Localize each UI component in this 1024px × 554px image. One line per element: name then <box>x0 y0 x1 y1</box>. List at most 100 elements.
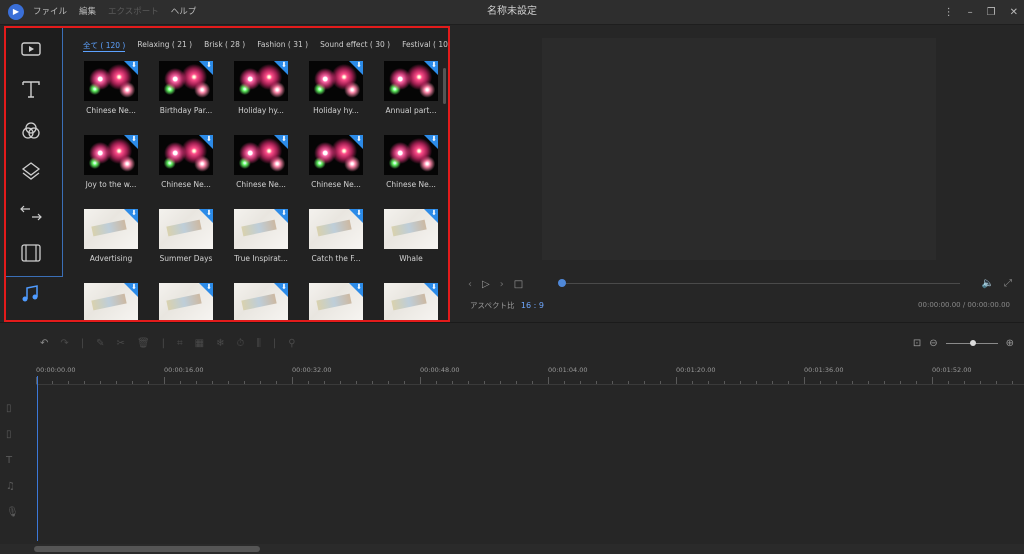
download-icon[interactable]: ⬇ <box>131 61 137 69</box>
download-icon[interactable]: ⬇ <box>431 61 437 69</box>
music-tab-icon[interactable] <box>20 284 42 306</box>
download-icon[interactable]: ⬇ <box>356 135 362 143</box>
music-thumbnail[interactable]: ⬇ <box>84 209 138 249</box>
music-thumbnail[interactable]: ⬇ <box>159 283 213 320</box>
timeline-ruler[interactable]: 00:00:00.00 00:00:16.00 00:00:32.00 00:00:4… <box>36 364 1024 385</box>
download-icon[interactable]: ⬇ <box>206 135 212 143</box>
music-item[interactable]: ⬇ Holiday hy... <box>234 61 288 131</box>
music-thumbnail[interactable]: ⬇ <box>384 135 438 175</box>
stop-icon[interactable]: □ <box>514 279 523 290</box>
music-thumbnail[interactable]: ⬇ <box>384 209 438 249</box>
voice-icon[interactable]: ⚲ <box>288 338 295 349</box>
music-item[interactable]: ⬇ Chinese Ne... <box>159 135 213 205</box>
category-brisk[interactable]: Brisk ( 28 ) <box>204 40 245 52</box>
music-thumbnail[interactable]: ⬇ <box>234 61 288 101</box>
download-icon[interactable]: ⬇ <box>281 283 287 291</box>
music-item[interactable]: ⬇ Chinese Ne... <box>234 135 288 205</box>
aspect-value[interactable]: 16 : 9 <box>521 301 544 310</box>
download-icon[interactable]: ⬇ <box>281 209 287 217</box>
download-icon[interactable]: ⬇ <box>206 209 212 217</box>
music-item[interactable]: ⬇ True Inspirat... <box>234 209 288 279</box>
music-thumbnail[interactable]: ⬇ <box>309 135 363 175</box>
playback-progress[interactable] <box>562 283 960 284</box>
playhead[interactable] <box>37 376 38 541</box>
download-icon[interactable]: ⬇ <box>281 61 287 69</box>
more-icon[interactable]: ⋮ <box>944 7 954 18</box>
category-festival[interactable]: Festival ( 10 ) <box>402 40 448 52</box>
music-item[interactable]: ⬇ <box>234 283 288 320</box>
music-thumbnail[interactable]: ⬇ <box>384 61 438 101</box>
music-thumbnail[interactable]: ⬇ <box>234 135 288 175</box>
music-thumbnail[interactable]: ⬇ <box>84 61 138 101</box>
music-thumbnail[interactable]: ⬇ <box>84 135 138 175</box>
download-icon[interactable]: ⬇ <box>356 283 362 291</box>
music-thumbnail[interactable]: ⬇ <box>309 61 363 101</box>
text-tab-icon[interactable] <box>20 78 42 100</box>
media-tab-icon[interactable] <box>20 38 42 60</box>
music-item[interactable]: ⬇ Annual part... <box>384 61 438 131</box>
music-item[interactable]: ⬇ Advertising <box>84 209 138 279</box>
download-icon[interactable]: ⬇ <box>281 135 287 143</box>
music-item[interactable]: ⬇ Chinese Ne... <box>309 135 363 205</box>
download-icon[interactable]: ⬇ <box>131 209 137 217</box>
fullscreen-icon[interactable]: ⤢ <box>1004 278 1012 289</box>
music-thumbnail[interactable]: ⬇ <box>309 209 363 249</box>
download-icon[interactable]: ⬇ <box>431 283 437 291</box>
music-item[interactable]: ⬇ Chinese Ne... <box>384 135 438 205</box>
music-item[interactable]: ⬇ Summer Days <box>159 209 213 279</box>
music-item[interactable]: ⬇ Whale <box>384 209 438 279</box>
prev-frame-icon[interactable]: ‹ <box>468 279 472 290</box>
freeze-icon[interactable]: ❄ <box>216 338 224 349</box>
elements-tab-icon[interactable] <box>20 242 42 264</box>
music-thumbnail[interactable]: ⬇ <box>159 61 213 101</box>
aspect-ratio[interactable]: アスペクト比 16 : 9 <box>470 300 544 311</box>
category-fashion[interactable]: Fashion ( 31 ) <box>257 40 308 52</box>
library-scrollbar[interactable] <box>443 68 446 104</box>
speed-icon[interactable]: ⏱ <box>237 338 245 349</box>
music-item[interactable]: ⬇ <box>159 283 213 320</box>
music-thumbnail[interactable]: ⬇ <box>234 209 288 249</box>
music-item[interactable]: ⬇ <box>84 283 138 320</box>
download-icon[interactable]: ⬇ <box>356 61 362 69</box>
zoom-knob[interactable] <box>969 339 976 346</box>
download-icon[interactable]: ⬇ <box>431 209 437 217</box>
music-thumbnail[interactable]: ⬇ <box>159 135 213 175</box>
mosaic-icon[interactable]: ▦ <box>195 338 204 349</box>
zoom-slider[interactable] <box>945 339 998 346</box>
music-thumbnail[interactable]: ⬇ <box>384 283 438 320</box>
music-thumbnail[interactable]: ⬇ <box>84 283 138 320</box>
fit-icon[interactable]: ⊡ <box>913 338 921 349</box>
category-sound-effect[interactable]: Sound effect ( 30 ) <box>320 40 390 52</box>
music-thumbnail[interactable]: ⬇ <box>234 283 288 320</box>
category-all[interactable]: 全て ( 120 ) <box>83 40 126 52</box>
timeline-scrollbar[interactable] <box>34 546 260 552</box>
music-item[interactable]: ⬇ Catch the F... <box>309 209 363 279</box>
undo-icon[interactable]: ↶ <box>40 338 48 349</box>
download-icon[interactable]: ⬇ <box>131 135 137 143</box>
volume-icon[interactable]: 🔈 <box>982 278 994 289</box>
next-frame-icon[interactable]: › <box>500 279 504 290</box>
category-relaxing[interactable]: Relaxing ( 21 ) <box>137 40 192 52</box>
music-thumbnail[interactable]: ⬇ <box>159 209 213 249</box>
filter-tab-icon[interactable] <box>20 120 42 142</box>
minimize-icon[interactable]: – <box>968 7 973 18</box>
close-icon[interactable]: ✕ <box>1010 7 1018 18</box>
restore-icon[interactable]: ❐ <box>987 7 996 18</box>
progress-knob[interactable] <box>558 279 566 287</box>
transition-tab-icon[interactable] <box>20 202 42 224</box>
delete-icon[interactable]: 🗑 <box>137 338 150 349</box>
zoom-in-icon[interactable]: ⊕ <box>1006 338 1014 349</box>
music-item[interactable]: ⬇ Joy to the w... <box>84 135 138 205</box>
download-icon[interactable]: ⬇ <box>206 283 212 291</box>
music-item[interactable]: ⬇ Holiday hy... <box>309 61 363 131</box>
overlay-tab-icon[interactable] <box>20 160 42 182</box>
zoom-out-icon[interactable]: ⊖ <box>929 338 937 349</box>
download-icon[interactable]: ⬇ <box>431 135 437 143</box>
music-item[interactable]: ⬇ <box>384 283 438 320</box>
download-icon[interactable]: ⬇ <box>206 61 212 69</box>
play-icon[interactable]: ▷ <box>482 279 490 290</box>
music-thumbnail[interactable]: ⬇ <box>309 283 363 320</box>
crop-icon[interactable]: ⌗ <box>177 338 183 349</box>
cut-icon[interactable]: ✂ <box>117 338 125 349</box>
music-item[interactable]: ⬇ Birthday Par... <box>159 61 213 131</box>
